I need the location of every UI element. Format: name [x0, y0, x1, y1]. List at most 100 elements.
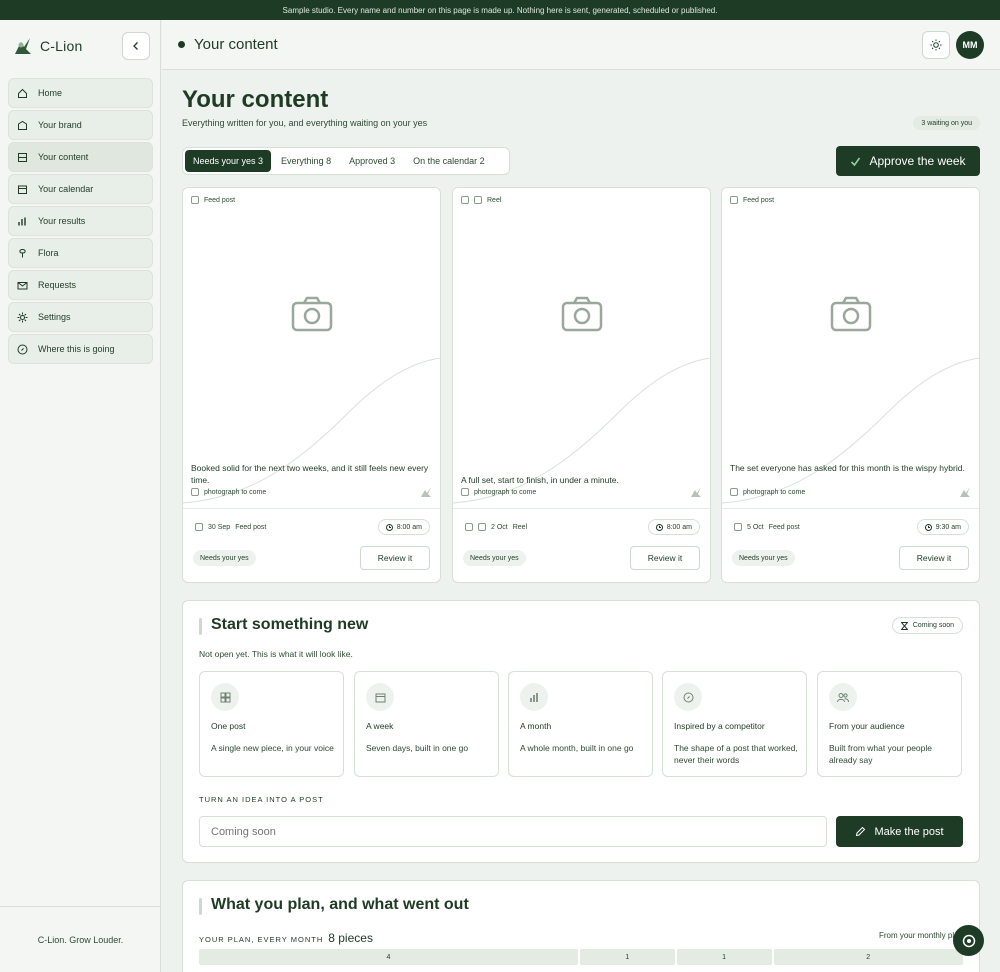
photo-icon [191, 488, 199, 496]
chevron-left-icon [133, 42, 138, 50]
calendar-icon [17, 184, 28, 195]
card-date: 2 Oct [491, 523, 508, 531]
card-type-label: Feed post [743, 196, 775, 204]
help-button[interactable] [953, 925, 984, 956]
card-date: 5 Oct [747, 523, 764, 531]
card-caption: A full set, start to finish, in under a … [461, 475, 619, 485]
photo-placeholder: photograph to come [191, 488, 266, 496]
plan-source: From your monthly plan [878, 931, 963, 940]
card-meta: 30 Sep Feed post [195, 523, 266, 531]
content-cards: Feed post Booked solid for the next two … [182, 187, 980, 583]
sidebar-item-home[interactable]: Home [8, 78, 153, 108]
option-one-post[interactable]: One post A single new piece, in your voi… [199, 671, 344, 777]
review-button[interactable]: Review it [360, 546, 430, 570]
card-type: Feed post [191, 196, 235, 204]
photo-placeholder: photograph to come [461, 488, 536, 496]
content-icon [17, 152, 28, 163]
grid-icon [211, 683, 239, 711]
section-accent [199, 618, 202, 635]
avatar[interactable]: MM [956, 31, 984, 59]
plan-segment: 4 [199, 949, 578, 965]
camera-icon [561, 296, 603, 332]
card-type-label: Reel [487, 196, 502, 204]
tab-on-the-calendar[interactable]: On the calendar 2 [405, 150, 493, 172]
sidebar-item-settings[interactable]: Settings [8, 302, 153, 332]
reel-icon [478, 523, 486, 531]
sidebar-item-results[interactable]: Your results [8, 206, 153, 236]
camera-icon [830, 296, 872, 332]
sidebar-item-label: Where this is going [38, 344, 115, 354]
make-post-button[interactable]: Make the post [836, 816, 963, 847]
clock-icon [385, 523, 393, 531]
review-button[interactable]: Review it [630, 546, 700, 570]
sidebar-item-brand[interactable]: Your brand [8, 110, 153, 140]
content-card[interactable]: Reel A full set, start to finish, in und… [452, 187, 711, 583]
lion-logo-icon [15, 38, 31, 54]
brand-logo[interactable]: C-Lion [12, 35, 82, 57]
main-content: Your content Everything written for you,… [162, 70, 1000, 972]
tab-needs-your-yes[interactable]: Needs your yes 3 [185, 150, 272, 172]
idea-input[interactable] [199, 816, 827, 847]
sidebar-item-roadmap[interactable]: Where this is going [8, 334, 153, 364]
start-options: One post A single new piece, in your voi… [199, 671, 963, 777]
card-format: Reel [512, 523, 528, 531]
option-a-week[interactable]: A week Seven days, built in one go [354, 671, 499, 777]
post-type-icon [730, 196, 738, 204]
plan-segment: 1 [580, 949, 675, 965]
settings-icon [17, 312, 28, 323]
option-a-month[interactable]: A month A whole month, built in one go [508, 671, 653, 777]
decorative-curve [722, 358, 979, 504]
compass-icon [17, 344, 28, 355]
clock-icon [924, 523, 932, 531]
tab-everything[interactable]: Everything 8 [273, 150, 339, 172]
start-something-new-panel: Start something new Coming soon Not open… [182, 600, 980, 863]
people-icon [829, 683, 857, 711]
brand-icon [17, 120, 28, 131]
card-time: 8:00 am [396, 523, 422, 531]
photo-note: photograph to come [743, 488, 806, 496]
panel-note: Not open yet. This is what it will look … [199, 649, 353, 659]
results-icon [17, 216, 28, 227]
content-card[interactable]: Feed post Booked solid for the next two … [182, 187, 441, 583]
sidebar-item-calendar[interactable]: Your calendar [8, 174, 153, 204]
option-from-audience[interactable]: From your audience Built from what your … [817, 671, 962, 777]
sidebar-item-flora[interactable]: Flora [8, 238, 153, 268]
card-date: 30 Sep [208, 523, 231, 531]
section-title: What you plan, and what went out [211, 896, 469, 913]
option-title: A month [520, 721, 552, 731]
option-inspired-by-competitor[interactable]: Inspired by a competitor The shape of a … [662, 671, 807, 777]
option-title: Inspired by a competitor [674, 721, 765, 731]
card-media: Feed post Booked solid for the next two … [183, 188, 440, 509]
make-post-label: Make the post [874, 825, 944, 838]
photo-icon [461, 488, 469, 496]
option-title: From your audience [829, 721, 905, 731]
approve-week-button[interactable]: Approve the week [836, 146, 980, 176]
time-badge: 9:30 am [916, 519, 969, 535]
plan-bar: 4112 [199, 949, 963, 965]
sidebar-footer: C-Lion. Grow Louder. [0, 906, 161, 972]
waiting-badge: 3 waiting on you [913, 116, 980, 130]
theme-toggle-button[interactable] [922, 31, 950, 59]
lion-mark-icon [960, 487, 970, 497]
check-icon [851, 157, 861, 166]
schedule-icon [195, 523, 203, 531]
hourglass-icon [900, 621, 908, 630]
lion-mark-icon [691, 487, 701, 497]
help-icon [962, 934, 975, 947]
sidebar-item-label: Settings [38, 312, 71, 322]
card-format: Feed post [768, 523, 800, 531]
review-button[interactable]: Review it [899, 546, 969, 570]
collapse-sidebar-button[interactable] [122, 32, 150, 60]
sidebar-item-label: Home [38, 88, 63, 98]
card-media: Feed post The set everyone has asked for… [722, 188, 979, 509]
photo-note: photograph to come [204, 488, 267, 496]
option-title: One post [211, 721, 246, 731]
content-card[interactable]: Feed post The set everyone has asked for… [721, 187, 980, 583]
tab-approved[interactable]: Approved 3 [341, 150, 403, 172]
option-title: A week [366, 721, 394, 731]
sidebar-item-label: Requests [38, 280, 77, 290]
sidebar-item-requests[interactable]: Requests [8, 270, 153, 300]
coming-soon-label: Coming soon [912, 622, 954, 629]
plan-segment: 2 [773, 949, 963, 965]
sidebar-item-content[interactable]: Your content [8, 142, 153, 172]
